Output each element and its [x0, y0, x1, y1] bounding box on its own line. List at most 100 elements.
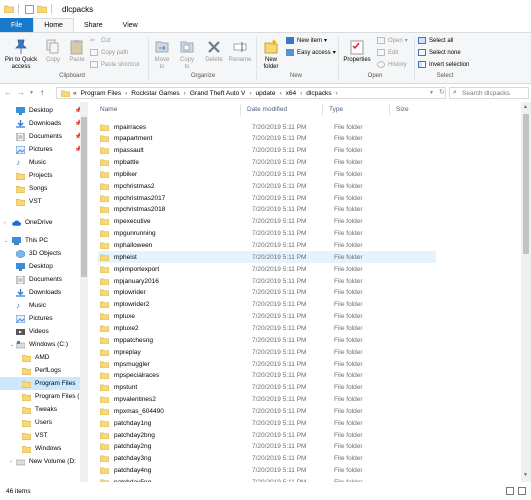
- new-folder-icon[interactable]: [37, 5, 47, 13]
- table-row[interactable]: mpchristmas2017 7/20/2019 5:11 PM File fol…: [98, 192, 436, 204]
- breadcrumb-chevron-icon[interactable]: ›: [300, 90, 302, 97]
- paste-shortcut-button[interactable]: Paste shortcut: [90, 61, 139, 68]
- breadcrumb-item[interactable]: Program Files: [81, 90, 121, 97]
- nav-item-this-pc[interactable]: ⌄ This PC: [0, 234, 86, 247]
- copy-to-button[interactable]: Copy to: [175, 39, 199, 71]
- invert-selection-button[interactable]: Invert selection: [418, 61, 469, 68]
- nav-item-program-files[interactable]: Program Files: [0, 377, 86, 390]
- nav-item-downloads-pc[interactable]: Downloads: [0, 286, 86, 299]
- nav-item-videos[interactable]: Videos: [0, 325, 86, 338]
- breadcrumb-item[interactable]: Rockstar Games: [131, 90, 179, 97]
- breadcrumb-chevron-icon[interactable]: ›: [336, 90, 338, 97]
- table-row[interactable]: mpspecialraces 7/20/2019 5:11 PM File fold…: [98, 370, 436, 382]
- table-row[interactable]: mplowrider2 7/20/2019 5:11 PM File folder: [98, 299, 436, 311]
- tab-home[interactable]: Home: [33, 18, 74, 32]
- breadcrumb-chevron-icon[interactable]: ›: [125, 90, 127, 97]
- column-header-name[interactable]: Name: [100, 106, 117, 113]
- address-dropdown-icon[interactable]: ▾: [430, 89, 433, 96]
- column-header-type[interactable]: Type: [329, 106, 343, 113]
- table-row[interactable]: mpgunrunning 7/20/2019 5:11 PM File folder: [98, 228, 436, 240]
- breadcrumb-chevron-icon[interactable]: ›: [184, 90, 186, 97]
- nav-item-windows[interactable]: Windows: [0, 442, 86, 455]
- nav-scrollbar[interactable]: [80, 102, 88, 482]
- table-row[interactable]: mpchristmas2018 7/20/2019 5:11 PM File fol…: [98, 204, 436, 216]
- history-button[interactable]: History: [377, 61, 407, 68]
- breadcrumb-item[interactable]: dlcpacks: [306, 90, 331, 97]
- nav-item-music-pc[interactable]: ♪ Music: [0, 299, 86, 312]
- table-row[interactable]: patchday4ng 7/20/2019 5:11 PM File folder: [98, 465, 436, 477]
- nav-item-perflogs[interactable]: PerfLogs: [0, 364, 86, 377]
- nav-item-documents-pc[interactable]: Documents: [0, 273, 86, 286]
- table-row[interactable]: mpairraces 7/20/2019 5:11 PM File folder: [98, 121, 436, 133]
- table-row[interactable]: mpexecutive 7/20/2019 5:11 PM File folder: [98, 216, 436, 228]
- table-row[interactable]: mpreplay 7/20/2019 5:11 PM File folder: [98, 346, 436, 358]
- tab-file[interactable]: File: [0, 18, 34, 32]
- table-row[interactable]: mpsmuggler 7/20/2019 5:11 PM File folder: [98, 358, 436, 370]
- table-row[interactable]: mpluxe2 7/20/2019 5:11 PM File folder: [98, 322, 436, 334]
- table-row[interactable]: mpheist 7/20/2019 5:11 PM File folder: [98, 251, 436, 264]
- paste-button[interactable]: Paste: [66, 39, 88, 64]
- breadcrumb-item[interactable]: update: [256, 90, 276, 97]
- expand-chevron-icon[interactable]: ›: [4, 220, 12, 226]
- collapse-chevron-icon[interactable]: ⌄: [4, 238, 12, 244]
- new-folder-button[interactable]: New folder: [258, 39, 284, 71]
- nav-scrollbar-thumb[interactable]: [81, 117, 87, 277]
- nav-item-vst[interactable]: VST: [0, 195, 86, 208]
- nav-item-windows-c[interactable]: ⌄ Windows (C:): [0, 338, 86, 351]
- table-row[interactable]: patchday2bng 7/20/2019 5:11 PM File folder: [98, 429, 436, 441]
- tab-view[interactable]: View: [113, 18, 148, 32]
- nav-item-program-files-x86[interactable]: Program Files (: [0, 390, 86, 403]
- table-row[interactable]: mpchristmas2 7/20/2019 5:11 PM File folder: [98, 180, 436, 192]
- rename-button[interactable]: Rename: [227, 39, 253, 64]
- nav-item-pictures[interactable]: Pictures 📌: [0, 143, 86, 156]
- nav-item-desktop[interactable]: Desktop 📌: [0, 104, 86, 117]
- select-none-button[interactable]: Select none: [418, 49, 461, 56]
- nav-item-pictures-pc[interactable]: Pictures: [0, 312, 86, 325]
- nav-item-music[interactable]: ♪ Music: [0, 156, 86, 169]
- column-separator[interactable]: [389, 104, 390, 116]
- nav-item-users[interactable]: Users: [0, 416, 86, 429]
- table-row[interactable]: patchday1ng 7/20/2019 5:11 PM File folder: [98, 417, 436, 429]
- breadcrumb-chevron-icon[interactable]: ›: [249, 90, 251, 97]
- column-header-size[interactable]: Size: [396, 106, 409, 113]
- checkbox-icon[interactable]: [25, 4, 34, 14]
- edit-button[interactable]: Edit: [377, 49, 398, 56]
- move-to-button[interactable]: Move to: [150, 39, 174, 71]
- refresh-icon[interactable]: ↻: [439, 88, 445, 96]
- table-row[interactable]: mpstunt 7/20/2019 5:11 PM File folder: [98, 382, 436, 394]
- nav-item-desktop-pc[interactable]: Desktop: [0, 260, 86, 273]
- table-row[interactable]: mpvalentines2 7/20/2019 5:11 PM File folde…: [98, 394, 436, 406]
- nav-item-3d-objects[interactable]: 3D Objects: [0, 247, 86, 260]
- open-button[interactable]: Open ▾: [377, 37, 408, 44]
- breadcrumb-overflow[interactable]: «: [73, 90, 77, 97]
- table-row[interactable]: mpimportexport 7/20/2019 5:11 PM File fold…: [98, 263, 436, 275]
- delete-button[interactable]: Delete: [201, 39, 227, 64]
- nav-item-songs[interactable]: Songs: [0, 182, 86, 195]
- details-view-icon[interactable]: [506, 487, 514, 495]
- table-row[interactable]: mppatchesng 7/20/2019 5:11 PM File folder: [98, 334, 436, 346]
- table-row[interactable]: mpassault 7/20/2019 5:11 PM File folder: [98, 145, 436, 157]
- breadcrumb-item[interactable]: x64: [286, 90, 296, 97]
- table-row[interactable]: mpxmas_604490 7/20/2019 5:11 PM File folde…: [98, 405, 436, 417]
- search-input[interactable]: ⌕ Search dlcpacks: [449, 87, 529, 99]
- scroll-up-arrow-icon[interactable]: ▲: [523, 104, 528, 110]
- new-item-button[interactable]: New item ▾: [286, 37, 327, 44]
- address-bar[interactable]: « Program Files › Rockstar Games › Grand T…: [56, 87, 446, 99]
- copy-path-button[interactable]: Copy path: [90, 49, 128, 56]
- nav-item-projects[interactable]: Projects: [0, 169, 86, 182]
- nav-item-tweaks[interactable]: Tweaks: [0, 403, 86, 416]
- table-row[interactable]: mpjanuary2016 7/20/2019 5:11 PM File folde…: [98, 275, 436, 287]
- forward-arrow-icon[interactable]: →: [17, 88, 25, 97]
- copy-button[interactable]: Copy: [42, 39, 64, 64]
- table-row[interactable]: mphalloween 7/20/2019 5:11 PM File folder: [98, 240, 436, 252]
- up-arrow-icon[interactable]: ↑: [40, 88, 44, 97]
- properties-button[interactable]: Properties: [340, 39, 374, 64]
- recent-locations-chevron-icon[interactable]: ▾: [30, 89, 33, 96]
- nav-item-documents[interactable]: Documents 📌: [0, 130, 86, 143]
- file-list-scrollbar[interactable]: ▲ ▼: [521, 102, 531, 482]
- column-separator[interactable]: [240, 104, 241, 116]
- file-list-scrollbar-thumb[interactable]: [523, 114, 529, 254]
- table-row[interactable]: mpluxe 7/20/2019 5:11 PM File folder: [98, 311, 436, 323]
- table-row[interactable]: mpbiker 7/20/2019 5:11 PM File folder: [98, 168, 436, 180]
- large-icons-view-icon[interactable]: [518, 487, 526, 495]
